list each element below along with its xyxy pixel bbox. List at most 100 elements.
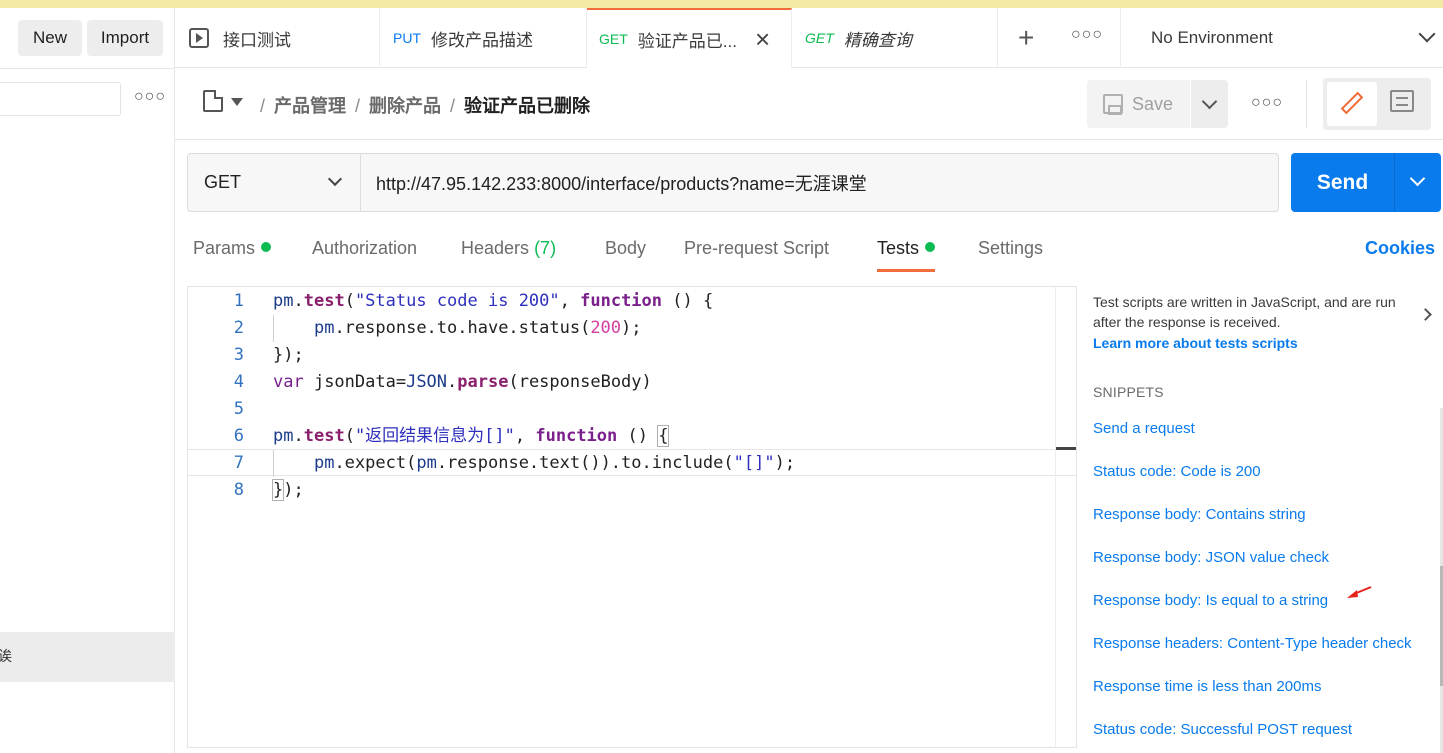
request-subtabs: Params Authorization Headers (7) Body Pr… (175, 230, 1443, 272)
code-line: pm.test("返回结果信息为[]", function () { (273, 425, 670, 447)
view-mode-toggle (1323, 78, 1431, 130)
code-line: var jsonData=JSON.parse(responseBody) (273, 372, 652, 392)
edit-mode-button[interactable] (1327, 82, 1377, 126)
tab-body[interactable]: Body (605, 238, 646, 272)
url-text: http://47.95.142.233:8000/interface/prod… (376, 173, 867, 194)
save-button[interactable]: Save (1087, 80, 1190, 128)
tab-authorization[interactable]: Authorization (312, 238, 417, 272)
snippet-link[interactable]: Send a request (1093, 420, 1195, 437)
environment-select[interactable]: No Environment (1120, 8, 1443, 68)
new-tab-plus-icon[interactable]: + (1018, 22, 1034, 54)
tab-label: 精确查询 (843, 30, 912, 50)
method-label: GET (204, 172, 242, 192)
save-label: Save (1132, 93, 1174, 114)
breadcrumb-bar: / 产品管理 / 删除产品 / 验证产品已删除 Save ○○○ (175, 68, 1443, 140)
tab-tests-label: Tests (877, 238, 920, 258)
tabs-more-icon[interactable]: ○○○ (1071, 26, 1103, 44)
new-button[interactable]: New (18, 20, 82, 56)
tab-params[interactable]: Params (193, 238, 272, 272)
tests-help-pane: Test scripts are written in JavaScript, … (1093, 286, 1443, 753)
tab-method: GET (599, 31, 628, 47)
line-number: 4 (233, 372, 244, 392)
tab-get-request[interactable]: GET 精确查询 (792, 8, 998, 68)
tests-description: Test scripts are written in JavaScript, … (1093, 294, 1396, 330)
editor-scroll-marker (1056, 447, 1076, 450)
snippet-link[interactable]: Status code: Code is 200 (1093, 463, 1261, 480)
tab-tests[interactable]: Tests (877, 238, 936, 272)
snippet-link[interactable]: Response time is less than 200ms (1093, 678, 1321, 695)
code-line: pm.response.to.have.status(200); (313, 318, 642, 338)
line-number: 2 (233, 318, 244, 338)
tab-active-request[interactable]: GET 验证产品已... × (587, 8, 792, 68)
sidebar-more-icon[interactable]: ○○○ (134, 88, 165, 108)
code-line: }); (273, 345, 304, 365)
tests-indicator-dot (925, 242, 936, 253)
tab-runner[interactable]: 接口测试 (175, 8, 380, 68)
tab-method: GET (805, 30, 834, 46)
params-indicator-dot (261, 242, 272, 253)
code-line: pm.test("Status code is 200", function (… (273, 291, 714, 311)
sidebar: New Import ○○○ 诶 (0, 8, 175, 753)
tests-code-editor[interactable]: 1 2 3 4 5 6 7 8 pm.test("Status code is … (187, 286, 1077, 748)
breadcrumb-separator: / (260, 96, 266, 116)
comment-icon[interactable] (1390, 90, 1414, 112)
tab-params-label: Params (193, 238, 256, 258)
tab-method: PUT (393, 30, 421, 46)
snippet-link[interactable]: Status code: Successful POST request (1093, 721, 1352, 738)
breadcrumb-separator: / (355, 96, 361, 116)
caret-down-icon[interactable] (231, 98, 243, 106)
line-number: 3 (233, 345, 244, 365)
breadcrumb-separator: / (450, 96, 456, 116)
chevron-right-icon[interactable] (1419, 308, 1432, 321)
tab-put-request[interactable]: PUT 修改产品描述 (380, 8, 587, 68)
breadcrumb-item[interactable]: 产品管理 (274, 96, 346, 116)
sidebar-selected-item-label: 诶 (0, 648, 12, 664)
sidebar-search-input[interactable] (0, 82, 121, 116)
tab-label: 修改产品描述 (431, 30, 533, 50)
request-tab-bar: 接口测试 PUT 修改产品描述 GET 验证产品已... × GET 精确查询 … (175, 8, 1443, 68)
breadcrumb-item[interactable]: 删除产品 (369, 96, 441, 116)
snippet-link[interactable]: Response headers: Content-Type header ch… (1093, 635, 1412, 652)
url-input[interactable]: http://47.95.142.233:8000/interface/prod… (361, 153, 1279, 212)
line-number: 5 (233, 399, 244, 419)
environment-label: No Environment (1151, 28, 1273, 47)
send-dropdown-button[interactable] (1394, 153, 1441, 212)
breadcrumb: / 产品管理 / 删除产品 / 验证产品已删除 (251, 92, 590, 118)
code-line: pm.expect(pm.response.text()).to.include… (313, 453, 796, 473)
code-line: }); (271, 479, 304, 501)
editor-divider (1055, 287, 1056, 747)
tab-settings[interactable]: Settings (978, 238, 1043, 272)
request-more-icon[interactable]: ○○○ (1251, 94, 1283, 112)
learn-more-link[interactable]: Learn more about tests scripts (1093, 335, 1298, 351)
line-number: 6 (233, 426, 244, 446)
request-doc-icon[interactable] (203, 90, 223, 112)
line-number: 1 (233, 291, 244, 311)
snippet-link[interactable]: Response body: Contains string (1093, 506, 1306, 523)
save-dropdown-button[interactable] (1191, 80, 1228, 128)
import-button[interactable]: Import (87, 20, 163, 56)
close-icon[interactable]: × (755, 26, 770, 52)
headers-count: (7) (534, 238, 557, 258)
chevron-down-icon (327, 171, 343, 187)
snippet-link[interactable]: Response body: JSON value check (1093, 549, 1329, 566)
snippets-heading: SNIPPETS (1093, 384, 1164, 400)
sidebar-selected-item[interactable]: 诶 (0, 632, 175, 682)
line-number: 8 (233, 480, 244, 500)
top-accent-stripe (0, 0, 1443, 8)
snippet-link[interactable]: Response body: Is equal to a string (1093, 592, 1328, 609)
save-icon (1103, 94, 1123, 115)
pencil-icon (1340, 91, 1364, 115)
tab-label: 接口测试 (223, 30, 291, 50)
sidebar-divider (0, 68, 175, 69)
send-button[interactable]: Send (1291, 153, 1394, 212)
tab-prerequest-script[interactable]: Pre-request Script (684, 238, 829, 272)
line-number-gutter: 1 2 3 4 5 6 7 8 (188, 287, 258, 747)
cookies-link[interactable]: Cookies (1365, 238, 1435, 259)
chevron-down-icon (1418, 25, 1436, 43)
tab-headers-label: Headers (461, 238, 530, 258)
annotation-arrow-icon (1347, 586, 1372, 598)
tab-headers[interactable]: Headers (7) (461, 238, 556, 272)
page-title[interactable]: 验证产品已删除 (464, 96, 590, 116)
method-select[interactable]: GET (187, 153, 361, 212)
runner-icon (189, 28, 209, 48)
